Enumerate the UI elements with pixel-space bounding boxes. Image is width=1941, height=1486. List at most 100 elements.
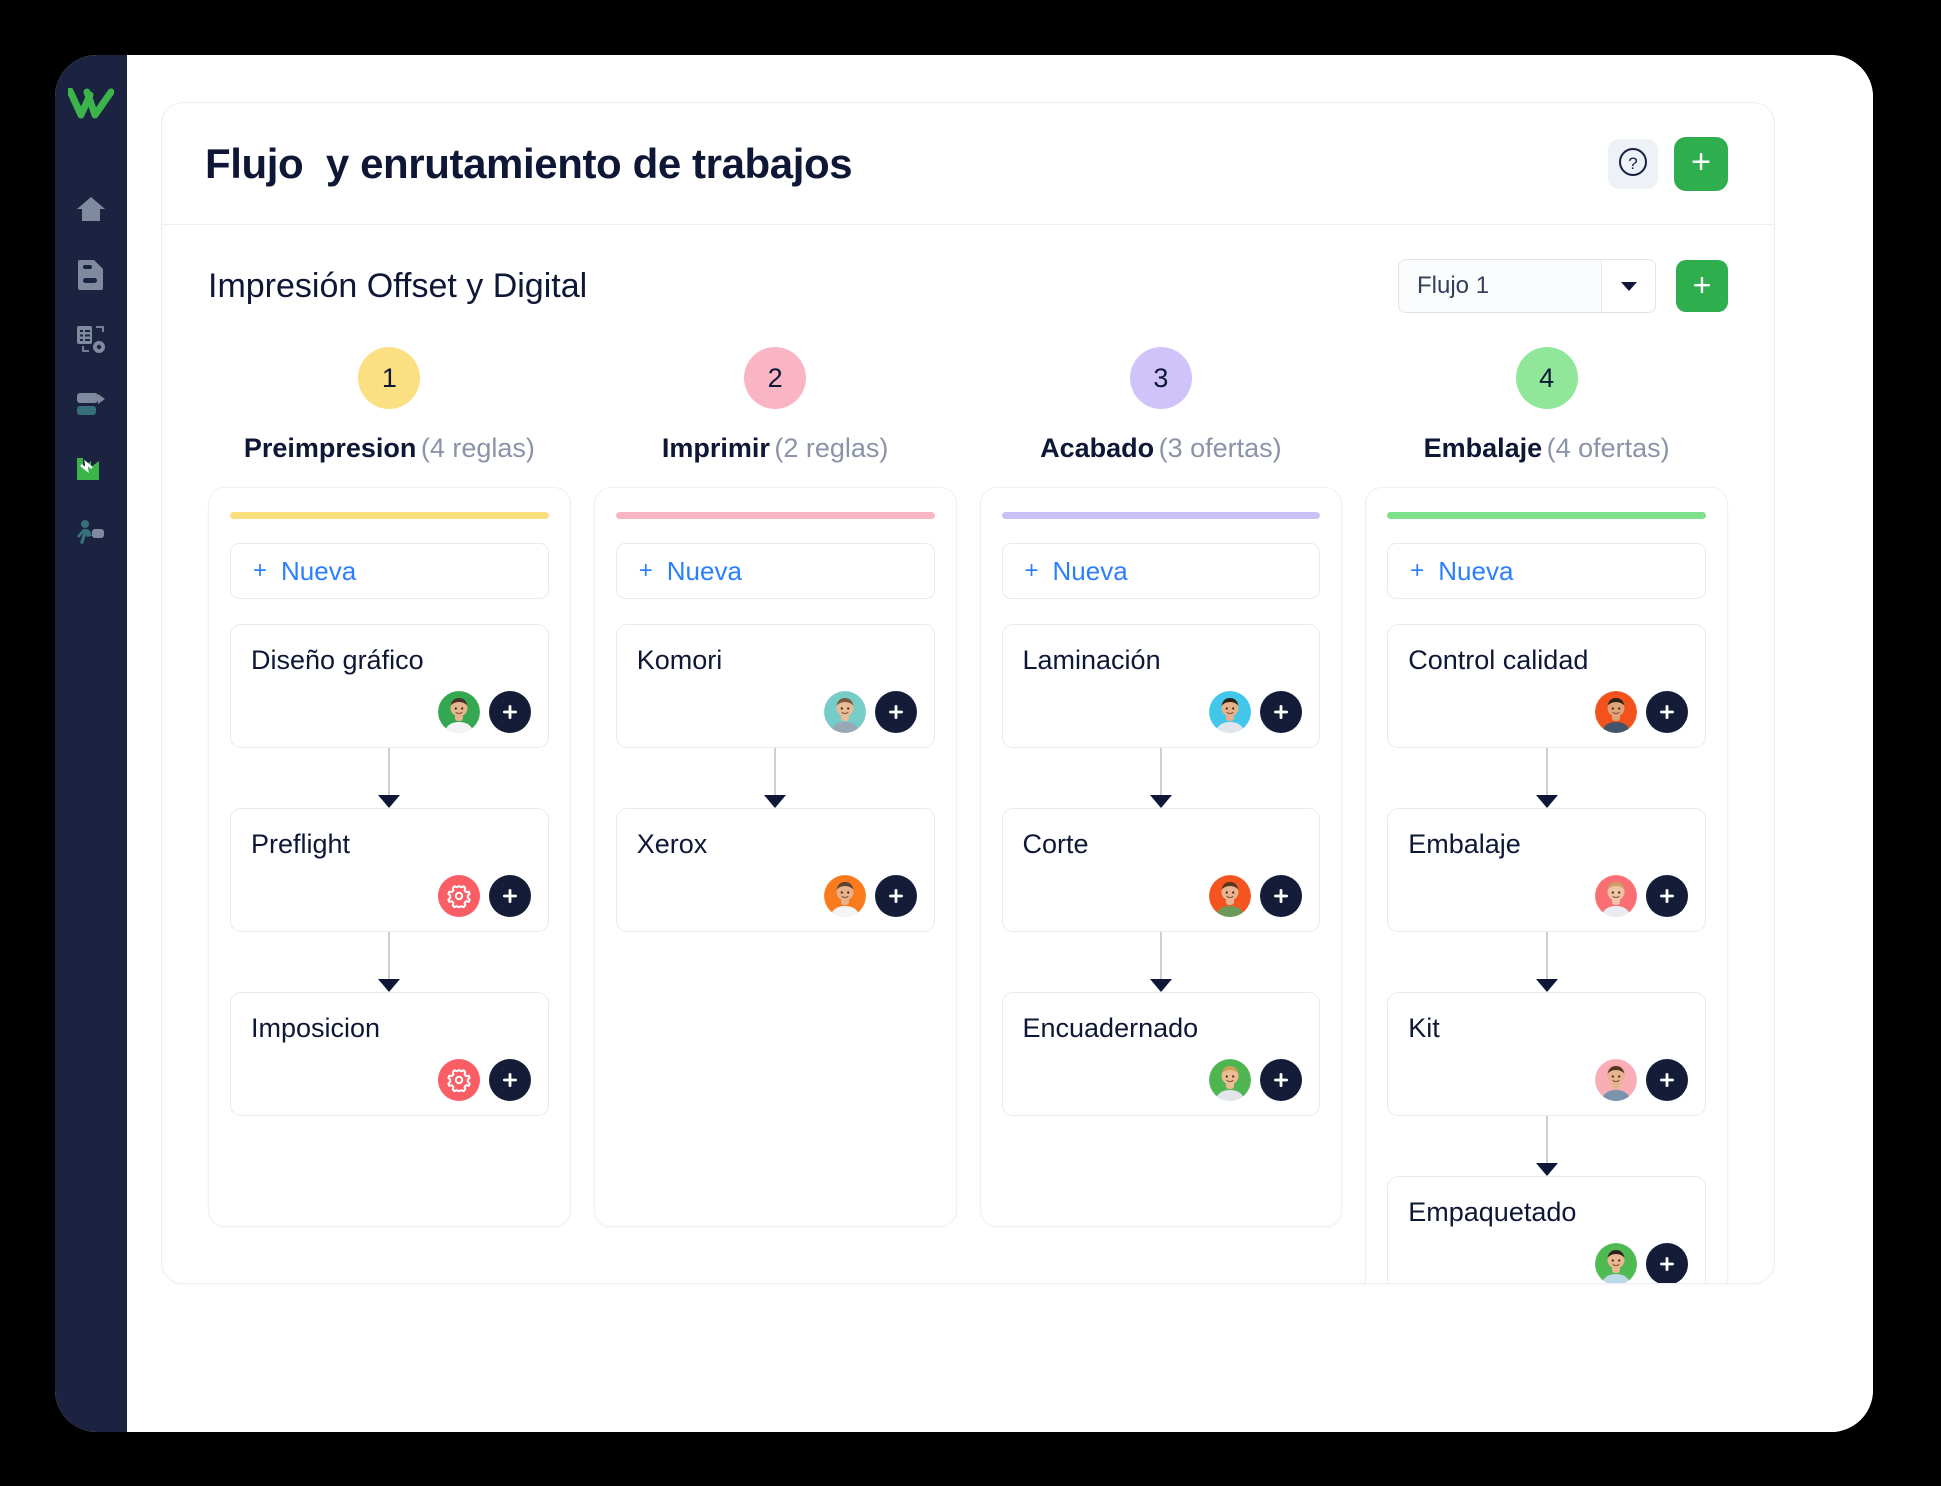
header-actions: ? +	[1608, 136, 1728, 191]
add-node-button[interactable]	[874, 691, 917, 733]
column-title: Acabado	[1040, 433, 1155, 463]
node-actions	[1595, 1059, 1688, 1101]
avatar[interactable]	[1209, 875, 1252, 917]
plus-icon	[1660, 705, 1674, 719]
workflow-node[interactable]: Preflight	[230, 808, 549, 932]
workflow-node[interactable]: Diseño gráfico	[230, 624, 549, 748]
column-accent-bar	[1001, 512, 1321, 519]
plus-icon	[502, 889, 517, 903]
add-node-button[interactable]	[488, 691, 531, 733]
workflow-node[interactable]: Kit	[1387, 992, 1706, 1116]
workflow-node[interactable]: Embalaje	[1387, 808, 1706, 932]
connector-line	[1159, 748, 1162, 796]
add-node-button[interactable]	[1646, 875, 1688, 917]
arrow-down-icon	[378, 979, 401, 992]
gear-icon[interactable]	[437, 1059, 480, 1101]
new-rule-button[interactable]: + Nueva	[230, 543, 549, 599]
add-node-button[interactable]	[488, 875, 531, 917]
add-node-button[interactable]	[1260, 691, 1303, 733]
node-title: Embalaje	[1408, 829, 1521, 859]
workflow-node[interactable]: Control calidad	[1387, 624, 1706, 748]
node-title: Control calidad	[1408, 645, 1589, 675]
content-card: Flujo y enrutamiento de trabajos ? + Imp…	[161, 102, 1775, 1284]
add-flow-button[interactable]: +	[1676, 260, 1728, 312]
avatar[interactable]	[1595, 1059, 1637, 1101]
node-actions	[1209, 875, 1303, 917]
arrow-down-icon	[1535, 979, 1558, 992]
workflow-node[interactable]: Komori	[615, 624, 935, 748]
avatar[interactable]	[1209, 691, 1252, 733]
plus-icon	[1660, 1257, 1674, 1271]
flow-connector	[1387, 1116, 1706, 1176]
workflow-node[interactable]: Encuadernado	[1001, 992, 1321, 1116]
app-window: Flujo y enrutamiento de trabajos ? + Imp…	[55, 55, 1873, 1432]
node-actions	[1595, 691, 1688, 733]
new-rule-button[interactable]: + Nueva	[1387, 543, 1706, 599]
node-actions	[823, 875, 917, 917]
node-title: Imposicion	[251, 1013, 381, 1043]
plus-icon	[888, 889, 903, 903]
column-header: 3 Acabado (3 ofertas)	[980, 347, 1343, 464]
add-node-button[interactable]	[874, 875, 917, 917]
sidebar-item-documents[interactable]	[67, 248, 115, 300]
plus-icon	[1274, 889, 1289, 903]
add-node-button[interactable]	[1646, 1243, 1688, 1283]
workflow-node[interactable]: Laminación	[1001, 624, 1321, 748]
gear-icon[interactable]	[437, 875, 480, 917]
column-title-row: Preimpresion (4 reglas)	[244, 433, 535, 464]
arrow-down-icon	[1149, 979, 1172, 992]
workflow-node[interactable]: Corte	[1001, 808, 1321, 932]
avatar[interactable]	[1595, 691, 1637, 733]
column-title: Embalaje	[1423, 433, 1543, 463]
sidebar-item-operators[interactable]	[67, 508, 115, 560]
sidebar-item-shipping[interactable]	[67, 378, 115, 430]
plus-icon	[888, 705, 903, 719]
workflow-node[interactable]: Empaquetado	[1387, 1176, 1706, 1283]
arrow-down-icon	[378, 795, 401, 808]
flow-connector	[1387, 748, 1706, 808]
flow-select[interactable]: Flujo 1	[1398, 259, 1656, 313]
arrow-down-icon	[1535, 1163, 1558, 1176]
column-count: (4 reglas)	[420, 433, 535, 463]
avatar[interactable]	[1595, 1243, 1637, 1283]
help-button[interactable]: ?	[1608, 138, 1658, 189]
arrow-down-icon	[1535, 795, 1558, 808]
avatar[interactable]	[823, 691, 866, 733]
add-node-button[interactable]	[1646, 691, 1688, 733]
sidebar-item-home[interactable]	[67, 183, 115, 235]
sidebar-item-job-settings[interactable]	[67, 313, 115, 365]
column-header: 2 Imprimir (2 reglas)	[594, 347, 957, 464]
list-settings-icon	[75, 323, 107, 355]
connector-line	[1545, 748, 1548, 796]
workflow-node[interactable]: Imposicion	[230, 992, 549, 1116]
new-rule-button[interactable]: + Nueva	[615, 543, 935, 599]
node-title: Diseño gráfico	[251, 645, 424, 675]
question-circle-icon: ?	[1617, 146, 1649, 181]
add-node-button[interactable]	[1260, 1059, 1303, 1101]
avatar[interactable]	[823, 875, 866, 917]
add-node-button[interactable]	[1646, 1059, 1688, 1101]
board-column: 3 Acabado (3 ofertas) + Nueva Laminación Cort…	[979, 347, 1343, 1283]
node-list: Laminación Corte Encuadernado	[1001, 624, 1321, 1116]
new-rule-label: Nueva	[1438, 555, 1514, 586]
add-node-button[interactable]	[488, 1059, 531, 1101]
board-column: 4 Embalaje (4 ofertas) + Nueva Control calid…	[1365, 347, 1728, 1283]
chevron-down-icon[interactable]	[1601, 260, 1655, 312]
flow-connector	[1002, 748, 1321, 808]
sidebar-item-production[interactable]	[67, 443, 115, 495]
node-list: Komori Xerox	[615, 624, 935, 932]
brand-logo[interactable]	[67, 83, 115, 127]
add-node-button[interactable]	[1260, 875, 1303, 917]
avatar[interactable]	[1209, 1059, 1252, 1101]
node-actions	[823, 691, 917, 733]
avatar[interactable]	[437, 691, 480, 733]
column-panel: + Nueva Control calidad Embalaje Kit Empaquet…	[1365, 487, 1728, 1283]
page-header: Flujo y enrutamiento de trabajos ? +	[162, 103, 1774, 225]
add-workflow-button[interactable]: +	[1674, 136, 1728, 191]
avatar[interactable]	[1595, 875, 1637, 917]
node-actions	[1209, 691, 1303, 733]
new-rule-button[interactable]: + Nueva	[1001, 543, 1321, 599]
node-actions	[437, 875, 531, 917]
node-actions	[1595, 1243, 1688, 1283]
workflow-node[interactable]: Xerox	[615, 808, 935, 932]
